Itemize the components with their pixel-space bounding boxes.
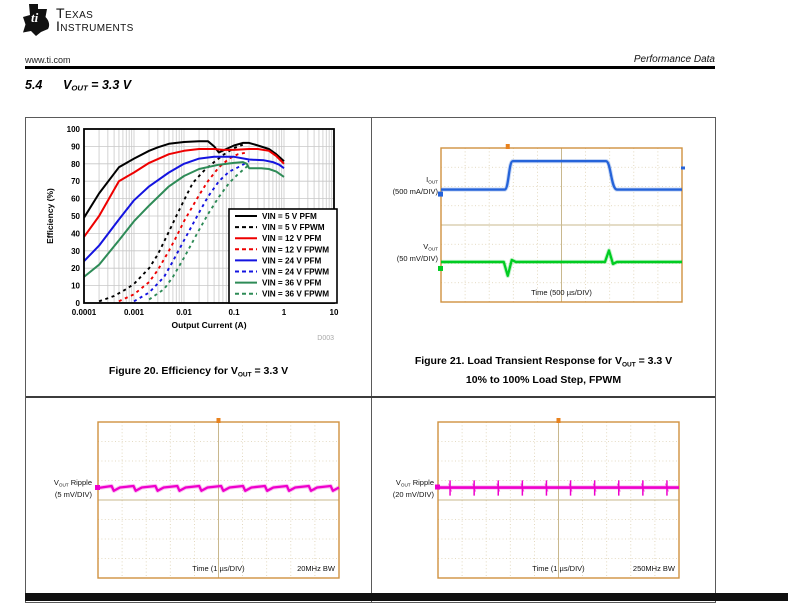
svg-text:VIN = 12 V FPWM: VIN = 12 V FPWM [262, 245, 329, 254]
svg-text:90: 90 [71, 142, 80, 151]
scope3-bandwidth-label: 250MHz BW [632, 564, 675, 573]
svg-text:80: 80 [71, 160, 80, 169]
vout-channel-label: VOUT (50 mV/DIV) [396, 242, 438, 263]
brand-line2: Instruments [56, 18, 134, 34]
svg-text:VIN = 5 V PFM: VIN = 5 V PFM [262, 212, 317, 221]
load-transient-scope [438, 144, 685, 303]
section-heading: 5.4 VOUT = 3.3 V [25, 78, 131, 93]
svg-text:0.001: 0.001 [124, 308, 145, 317]
figure21-caption: Figure 21. Load Transient Response for V… [372, 354, 715, 387]
figure21-caption-line2: 10% to 100% Load Step, FPWM [465, 373, 622, 386]
header-rule [25, 66, 715, 69]
ripple20-channel-label: VOUT Ripple (20 mV/DIV) [392, 478, 434, 499]
svg-text:1: 1 [282, 308, 287, 317]
figure-grid: 0.0001 0.001 0.01 0.1 1 10 0 10 20 30 40 50 60 70 80 90… [25, 117, 716, 603]
svg-text:30: 30 [71, 247, 80, 256]
panel-load-transient: IOUT (500 mA/DIV) VOUT (50 mV/DIV) Time … [372, 118, 715, 396]
ti-logo: ti [20, 3, 54, 37]
figure20-caption: Figure 20. Efficiency for VOUT = 3.3 V [108, 365, 289, 379]
svg-text:0.0001: 0.0001 [72, 308, 97, 317]
svg-text:VIN = 5 V FPWM: VIN = 5 V FPWM [262, 223, 325, 232]
svg-text:0.01: 0.01 [176, 308, 192, 317]
panel-ripple-250mhz: VOUT Ripple (20 mV/DIV) Time (1 µs/DIV) … [372, 398, 715, 602]
ti-logo-icon: ti [23, 4, 50, 36]
iout-channel-label: IOUT (500 mA/DIV) [392, 175, 438, 196]
svg-text:VIN = 12 V PFM: VIN = 12 V PFM [262, 234, 322, 243]
svg-text:100: 100 [67, 125, 81, 134]
svg-text:ti: ti [31, 10, 39, 25]
svg-text:VIN = 24 V PFM: VIN = 24 V PFM [262, 256, 322, 265]
scope1-time-label: Time (500 µs/DIV) [531, 288, 592, 297]
svg-text:10: 10 [330, 308, 339, 317]
svg-text:VIN = 24 V FPWM: VIN = 24 V FPWM [262, 268, 329, 277]
svg-text:Efficiency (%): Efficiency (%) [45, 188, 55, 244]
svg-text:Output Current (A): Output Current (A) [171, 320, 246, 330]
svg-text:D003: D003 [317, 335, 334, 342]
ripple5-channel-label: VOUT Ripple (5 mV/DIV) [53, 478, 92, 499]
header-doc-title: Performance Data [633, 54, 715, 65]
svg-text:0: 0 [76, 299, 81, 308]
efficiency-chart: 0.0001 0.001 0.01 0.1 1 100102030405060708090… [45, 125, 339, 342]
panel-ripple-20mhz: VOUT Ripple (5 mV/DIV) Time (1 µs/DIV) 2… [26, 398, 371, 602]
brand-name: Texas Instruments [56, 6, 134, 34]
page-bottom-bar [25, 593, 788, 601]
svg-text:40: 40 [71, 229, 80, 238]
svg-text:50: 50 [71, 212, 80, 221]
svg-text:70: 70 [71, 177, 80, 186]
section-title: VOUT = 3.3 V [63, 78, 132, 93]
section-number: 5.4 [25, 78, 43, 92]
svg-text:0.1: 0.1 [228, 308, 240, 317]
panel-efficiency: 0.0001 0.001 0.01 0.1 1 10 0 10 20 30 40 50 60 70 80 90… [26, 118, 371, 396]
svg-text:VIN = 36 V PFM: VIN = 36 V PFM [262, 279, 322, 288]
figure21-caption-line1: Figure 21. Load Transient Response for V… [414, 355, 673, 369]
svg-text:20: 20 [71, 264, 80, 273]
scope2-bandwidth-label: 20MHz BW [297, 564, 335, 573]
svg-text:60: 60 [71, 195, 80, 204]
svg-text:10: 10 [71, 282, 80, 291]
header-url[interactable]: www.ti.com [25, 55, 71, 65]
svg-text:VIN = 36 V FPWM: VIN = 36 V FPWM [262, 290, 329, 299]
